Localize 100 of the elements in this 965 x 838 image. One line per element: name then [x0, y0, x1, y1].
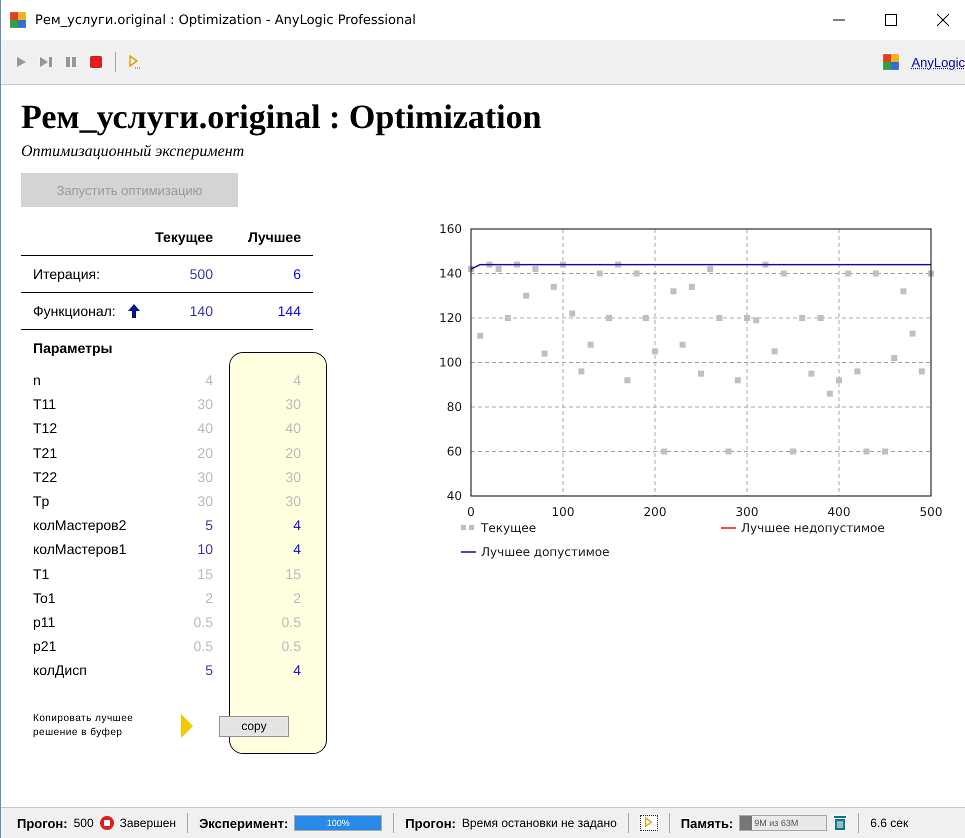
x-tick-label: 300 — [736, 505, 758, 519]
data-point — [918, 368, 925, 374]
parameter-name: p21 — [32, 638, 58, 654]
parameter-value: 2 — [204, 590, 214, 606]
page-subtitle: Оптимизационный эксперимент — [21, 143, 246, 161]
parameter-value: 4 — [292, 517, 302, 534]
result-value: 6 — [292, 266, 302, 282]
parameter-value: 4 — [292, 662, 302, 678]
parameters-title: Параметры — [32, 339, 114, 358]
parameter-value: 4 — [292, 541, 302, 558]
result-value: 500 — [188, 266, 214, 282]
data-point — [634, 270, 640, 276]
y-tick-label: 140 — [439, 266, 462, 280]
legend-item: Лучшее недопустимое — [721, 521, 885, 535]
x-tick-label: 500 — [920, 505, 942, 519]
data-point — [661, 448, 668, 454]
result-label: Функционал: — [33, 303, 116, 319]
y-tick-label: 120 — [439, 311, 462, 325]
parameter-name: T1 — [32, 566, 50, 582]
elapsed-time: 6.6 сек — [870, 816, 908, 830]
parameter-value: 0.5 — [192, 638, 214, 654]
x-tick-label: 400 — [828, 505, 850, 519]
parameter-value: 5 — [204, 662, 214, 678]
maximize-icon[interactable] — [885, 14, 897, 26]
data-point — [477, 332, 484, 339]
status-label: Прогон: — [17, 816, 68, 830]
parameter-name: To1 — [32, 590, 57, 606]
data-point — [753, 317, 760, 324]
trash-icon[interactable] — [833, 815, 848, 831]
data-point — [772, 348, 778, 354]
parameter-value: 30 — [196, 493, 214, 510]
data-point — [836, 377, 842, 384]
data-point — [606, 315, 612, 321]
copy-button[interactable]: copy — [219, 716, 289, 737]
run-state: Завершен — [120, 816, 176, 830]
stop-condition-text: Время остановки не задано — [462, 816, 617, 830]
data-point — [707, 266, 714, 272]
data-point — [882, 448, 888, 454]
data-point — [596, 270, 603, 276]
parameter-value: 2 — [292, 590, 302, 606]
parameter-value: 15 — [284, 566, 302, 582]
data-point — [642, 315, 649, 321]
column-header: Лучшее — [247, 229, 302, 245]
data-point — [780, 270, 787, 276]
data-point — [688, 284, 695, 290]
parameter-value: 40 — [284, 420, 302, 436]
parameter-value: 0.5 — [192, 614, 214, 630]
app-logo-icon — [882, 53, 900, 71]
parameter-name: T11 — [32, 396, 58, 412]
y-tick-label: 40 — [446, 489, 462, 503]
data-point — [496, 266, 502, 272]
status-label: Память: — [680, 816, 734, 830]
data-point — [734, 377, 741, 384]
run-dots-icon[interactable] — [128, 55, 140, 69]
parameter-value: 4 — [204, 372, 214, 388]
anylogic-link[interactable]: AnyLogic — [912, 54, 965, 70]
app-logo-icon — [9, 11, 27, 29]
data-point — [854, 368, 860, 374]
y-tick-label: 60 — [446, 444, 462, 458]
legend-label: Текущее — [480, 521, 536, 535]
data-point — [588, 342, 594, 348]
parameter-name: колМастеров1 — [32, 541, 128, 558]
data-point — [864, 448, 870, 454]
parameter-name: n — [32, 372, 42, 388]
y-tick-label: 100 — [439, 356, 462, 370]
data-point — [578, 368, 584, 374]
data-point — [523, 292, 530, 299]
data-point — [680, 342, 686, 348]
progress-text: 100% — [326, 817, 351, 830]
data-point — [799, 315, 806, 321]
x-tick-label: 0 — [467, 505, 475, 519]
data-point — [716, 315, 722, 321]
parameter-value: 30 — [196, 468, 214, 485]
result-label: Итерация: — [33, 266, 100, 282]
data-point — [569, 310, 576, 317]
run-count: 500 — [74, 816, 94, 830]
optimization-chart: 40 60 80 100 120 140 160 0 100 200 300 400 500 Текущее Лучшее недопустимое Лучшее допустимое — [421, 219, 946, 569]
y-tick-label: 160 — [439, 222, 462, 236]
data-point — [845, 270, 852, 276]
status-label: Эксперимент: — [199, 816, 288, 830]
stop-icon[interactable] — [89, 55, 103, 69]
data-point — [910, 330, 916, 337]
data-point — [504, 315, 511, 321]
play-dots-icon — [644, 817, 654, 829]
parameter-name: колМастеров2 — [32, 517, 128, 534]
data-point — [550, 284, 557, 290]
x-tick-label: 200 — [644, 505, 666, 519]
parameter-value: 30 — [284, 396, 302, 412]
status-label: Прогон: — [405, 816, 456, 830]
data-point — [891, 355, 898, 362]
parameter-name: Tp — [32, 493, 50, 510]
close-icon[interactable] — [937, 14, 949, 26]
parameter-value: 15 — [196, 566, 214, 582]
data-point — [872, 270, 879, 276]
data-point — [744, 315, 750, 321]
parameter-value: 0.5 — [280, 614, 302, 630]
legend-item: Лучшее допустимое — [461, 545, 610, 559]
data-point — [808, 370, 814, 377]
data-point — [698, 370, 704, 377]
run-dots-button[interactable] — [640, 815, 658, 831]
